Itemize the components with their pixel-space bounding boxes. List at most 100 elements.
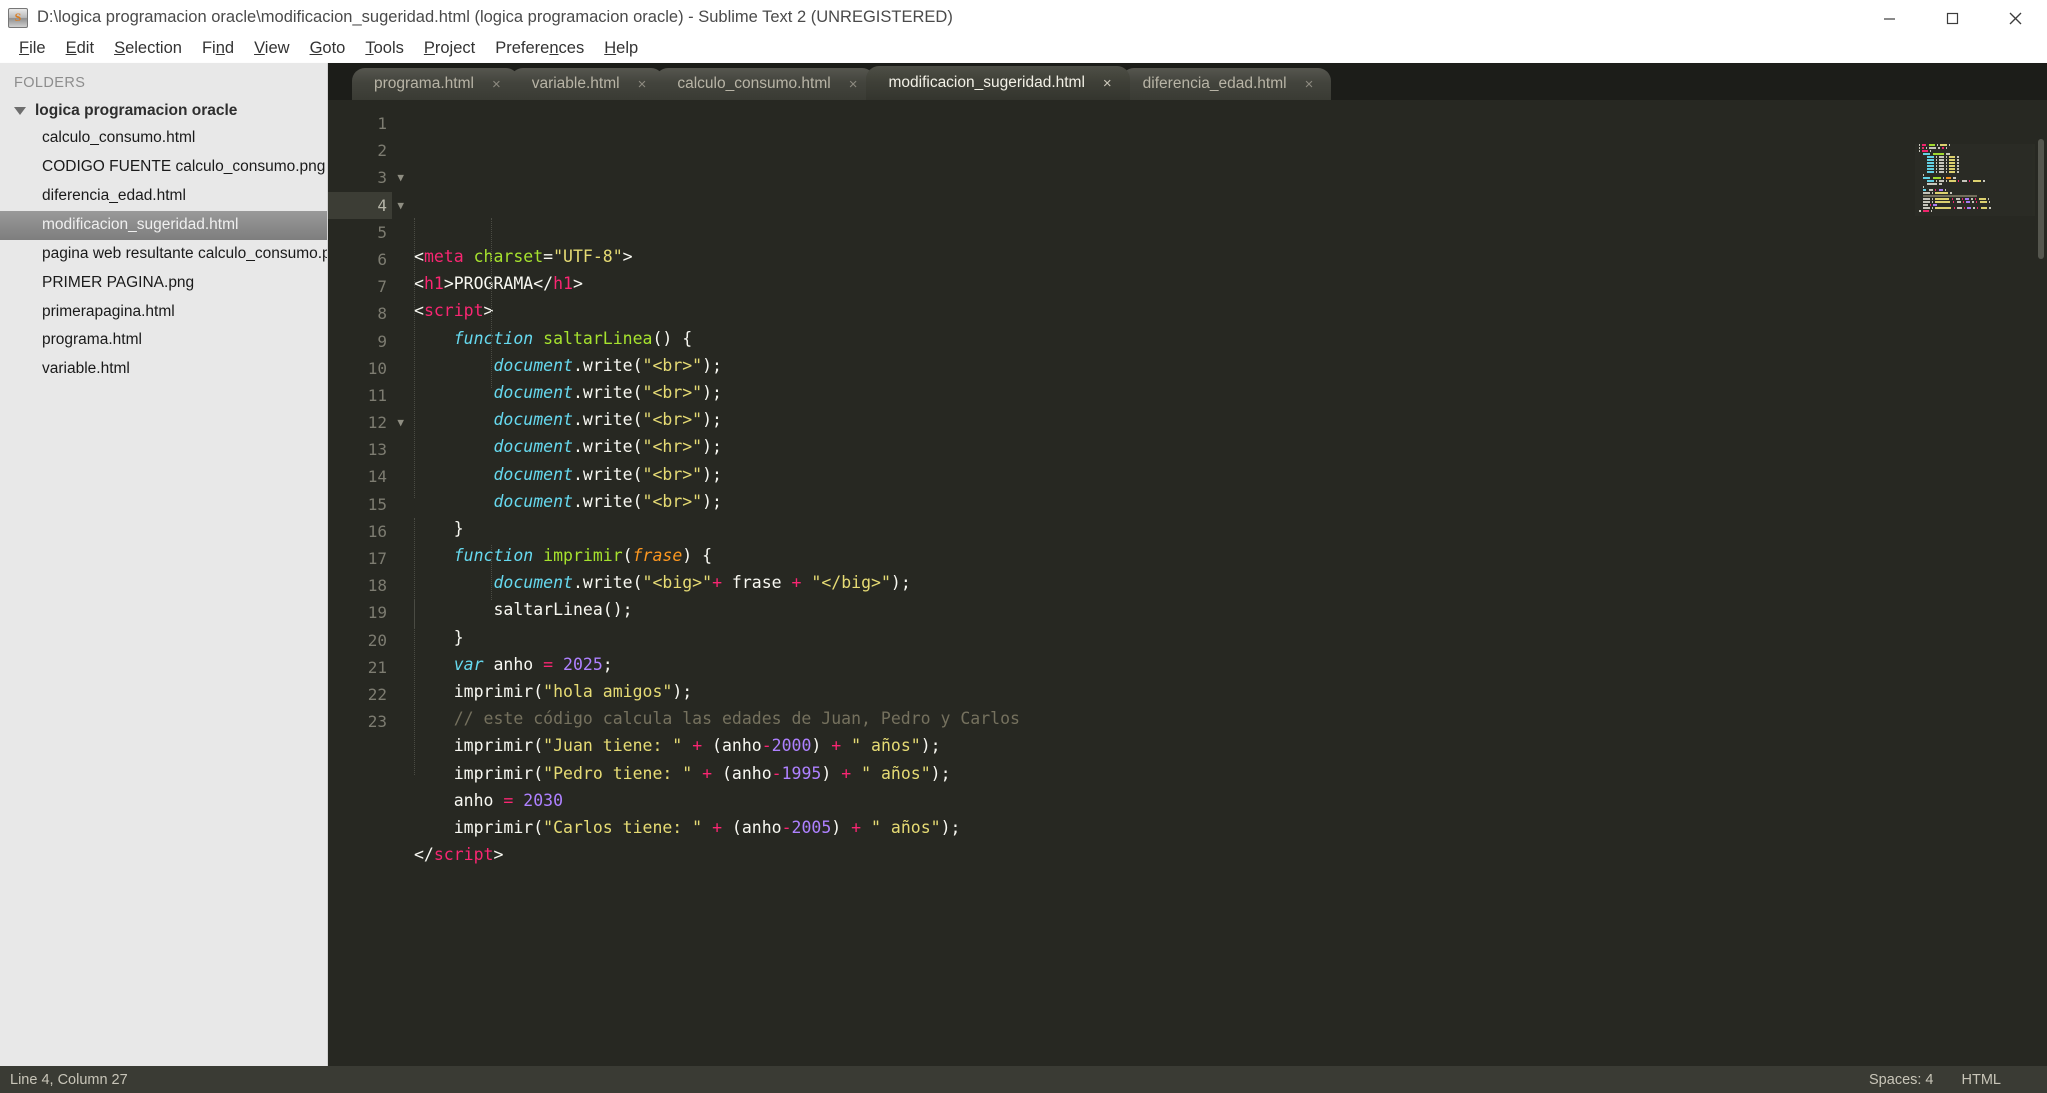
code-token: "<br>"	[642, 491, 703, 511]
code-line[interactable]: document.write("<br>");	[414, 461, 2047, 488]
maximize-button[interactable]	[1921, 0, 1984, 36]
minimap-token	[1926, 168, 1935, 170]
minimap[interactable]	[1915, 144, 2035, 216]
code-token: (	[533, 682, 544, 701]
code-line[interactable]: // este código calcula las edades de Jua…	[414, 705, 2047, 732]
file-tree-item[interactable]: CODIGO FUENTE calculo_consumo.png	[0, 153, 327, 182]
code-token: "<big>"	[642, 573, 713, 593]
tab-programa-html[interactable]: programa.html ×	[352, 68, 519, 100]
folder-root[interactable]: logica programacion oracle	[0, 98, 327, 124]
minimap-token	[1942, 177, 1944, 179]
syntax-setting[interactable]: HTML	[1962, 1072, 2047, 1088]
close-button[interactable]	[1984, 0, 2047, 36]
code-line[interactable]: <script>	[414, 297, 2047, 324]
code-token: meta	[423, 247, 464, 266]
code-line[interactable]: document.write("<br>");	[414, 379, 2047, 406]
file-tree-item[interactable]: calculo_consumo.html	[0, 124, 327, 153]
menu-item-view[interactable]: View	[244, 37, 299, 61]
file-tree: calculo_consumo.html CODIGO FUENTE calcul…	[0, 124, 327, 384]
indent-guide	[414, 218, 415, 498]
close-icon[interactable]: ×	[492, 77, 501, 92]
minimap-token	[1922, 189, 1926, 191]
file-tree-item[interactable]: PRIMER PAGINA.png	[0, 269, 327, 298]
file-tree-item[interactable]: programa.html	[0, 326, 327, 355]
code-content[interactable]: <meta charset="UTF-8"> <h1>PROGRAMA</h1> <…	[392, 100, 2047, 1066]
tab-diferencia_edad-html[interactable]: diferencia_edad.html ×	[1120, 68, 1332, 100]
menu-item-preferences[interactable]: Preferences	[485, 37, 594, 61]
file-tree-item[interactable]: primerapagina.html	[0, 298, 327, 327]
indentation-setting[interactable]: Spaces: 4	[1869, 1072, 1962, 1088]
menu-item-tools[interactable]: Tools	[355, 37, 414, 61]
close-icon[interactable]: ×	[638, 77, 647, 92]
minimap-token	[1963, 201, 1965, 203]
vertical-scrollbar[interactable]	[2035, 137, 2047, 1066]
code-token: );	[702, 437, 722, 457]
tab-variable-html[interactable]: variable.html ×	[509, 68, 665, 100]
minimap-token	[1945, 153, 1950, 155]
code-line[interactable]: imprimir("Pedro tiene: " + (anho-1995) +…	[414, 760, 2047, 787]
code-token: <	[414, 247, 424, 266]
tab-calculo_consumo-html[interactable]: calculo_consumo.html ×	[655, 68, 876, 100]
line-number: 17	[367, 549, 387, 568]
minimap-token	[1938, 147, 1941, 149]
code-line[interactable]: imprimir("Carlos tiene: " + (anho-2005) …	[414, 814, 2047, 841]
menu-item-goto[interactable]: Goto	[300, 37, 356, 61]
menu-item-project[interactable]: Project	[414, 37, 485, 61]
code-line[interactable]: var anho = 2025;	[414, 651, 2047, 678]
code-line[interactable]: document.write("<hr>");	[414, 433, 2047, 460]
code-line[interactable]: function imprimir(frase) {	[414, 542, 2047, 569]
menu-item-help[interactable]: Help	[594, 37, 648, 61]
close-icon[interactable]: ×	[1305, 77, 1314, 92]
code-line[interactable]: function saltarLinea() {	[414, 325, 2047, 352]
code-line[interactable]: document.write("<br>");	[414, 352, 2047, 379]
status-bar: Line 4, Column 27 Spaces: 4 HTML	[0, 1066, 2047, 1093]
code-line[interactable]: <h1>PROGRAMA</h1>	[414, 270, 2047, 297]
code-line[interactable]: </script>	[414, 841, 2047, 868]
code-token: =	[543, 654, 554, 674]
file-tree-item[interactable]: variable.html	[0, 355, 327, 384]
close-icon[interactable]: ×	[849, 77, 858, 92]
code-line[interactable]: document.write("<big>"+ frase + "</big>"…	[414, 569, 2047, 596]
menu-item-find[interactable]: Find	[192, 37, 244, 61]
code-token: ) {	[682, 546, 713, 566]
menu-item-file[interactable]: File	[9, 37, 56, 61]
minimap-token	[1929, 204, 1931, 206]
minimap-token	[1948, 159, 1955, 161]
scrollbar-thumb[interactable]	[2038, 139, 2044, 259]
tab-modificacion_sugeridad-html[interactable]: modificacion_sugeridad.html ×	[866, 66, 1130, 100]
code-line[interactable]: }	[414, 624, 2047, 651]
minimap-token	[1955, 198, 1961, 200]
code-token: .	[572, 491, 583, 511]
code-token: +	[712, 817, 722, 837]
file-tree-item[interactable]: diferencia_edad.html	[0, 182, 327, 211]
code-token: .	[572, 573, 583, 593]
code-line[interactable]: document.write("<br>");	[414, 406, 2047, 433]
code-line[interactable]: document.write("<br>");	[414, 488, 2047, 515]
minimap-token	[1936, 159, 1938, 161]
code-token: ;	[602, 654, 613, 674]
minimap-token	[1936, 171, 1938, 173]
code-token: </	[533, 274, 554, 294]
indent-guide	[491, 545, 492, 600]
code-token: );	[672, 682, 693, 701]
minimize-button[interactable]	[1858, 0, 1921, 36]
code-line[interactable]: imprimir("Juan tiene: " + (anho-2000) + …	[414, 732, 2047, 759]
file-tree-item[interactable]: modificacion_sugeridad.html	[0, 210, 327, 240]
code-token: (	[533, 736, 544, 756]
sidebar: FOLDERS logica programacion oracle calcu…	[0, 63, 328, 1066]
minimap-token	[1928, 147, 1937, 149]
code-area[interactable]: 1 2 3 ▼ 4 ▼ 5 6 7 8 9 10 11 12 ▼ 13 14 15 16 17 18 19 20 21 22 23…	[328, 100, 2047, 1066]
menu-item-edit[interactable]: Edit	[56, 37, 104, 61]
code-line[interactable]: <meta charset="UTF-8">	[414, 243, 2047, 270]
code-line[interactable]: imprimir("hola amigos");	[414, 678, 2047, 705]
close-icon[interactable]: ×	[1103, 76, 1112, 91]
code-token: (anho	[702, 736, 762, 756]
code-token: document	[493, 437, 573, 457]
minimap-token	[1952, 201, 1954, 203]
code-line[interactable]: saltarLinea();	[414, 596, 2047, 623]
code-token: document	[493, 382, 573, 402]
code-line[interactable]: anho = 2030	[414, 787, 2047, 814]
file-tree-item[interactable]: pagina web resultante calculo_consumo.pn…	[0, 240, 327, 269]
code-line[interactable]: }	[414, 515, 2047, 542]
menu-item-selection[interactable]: Selection	[104, 37, 192, 61]
